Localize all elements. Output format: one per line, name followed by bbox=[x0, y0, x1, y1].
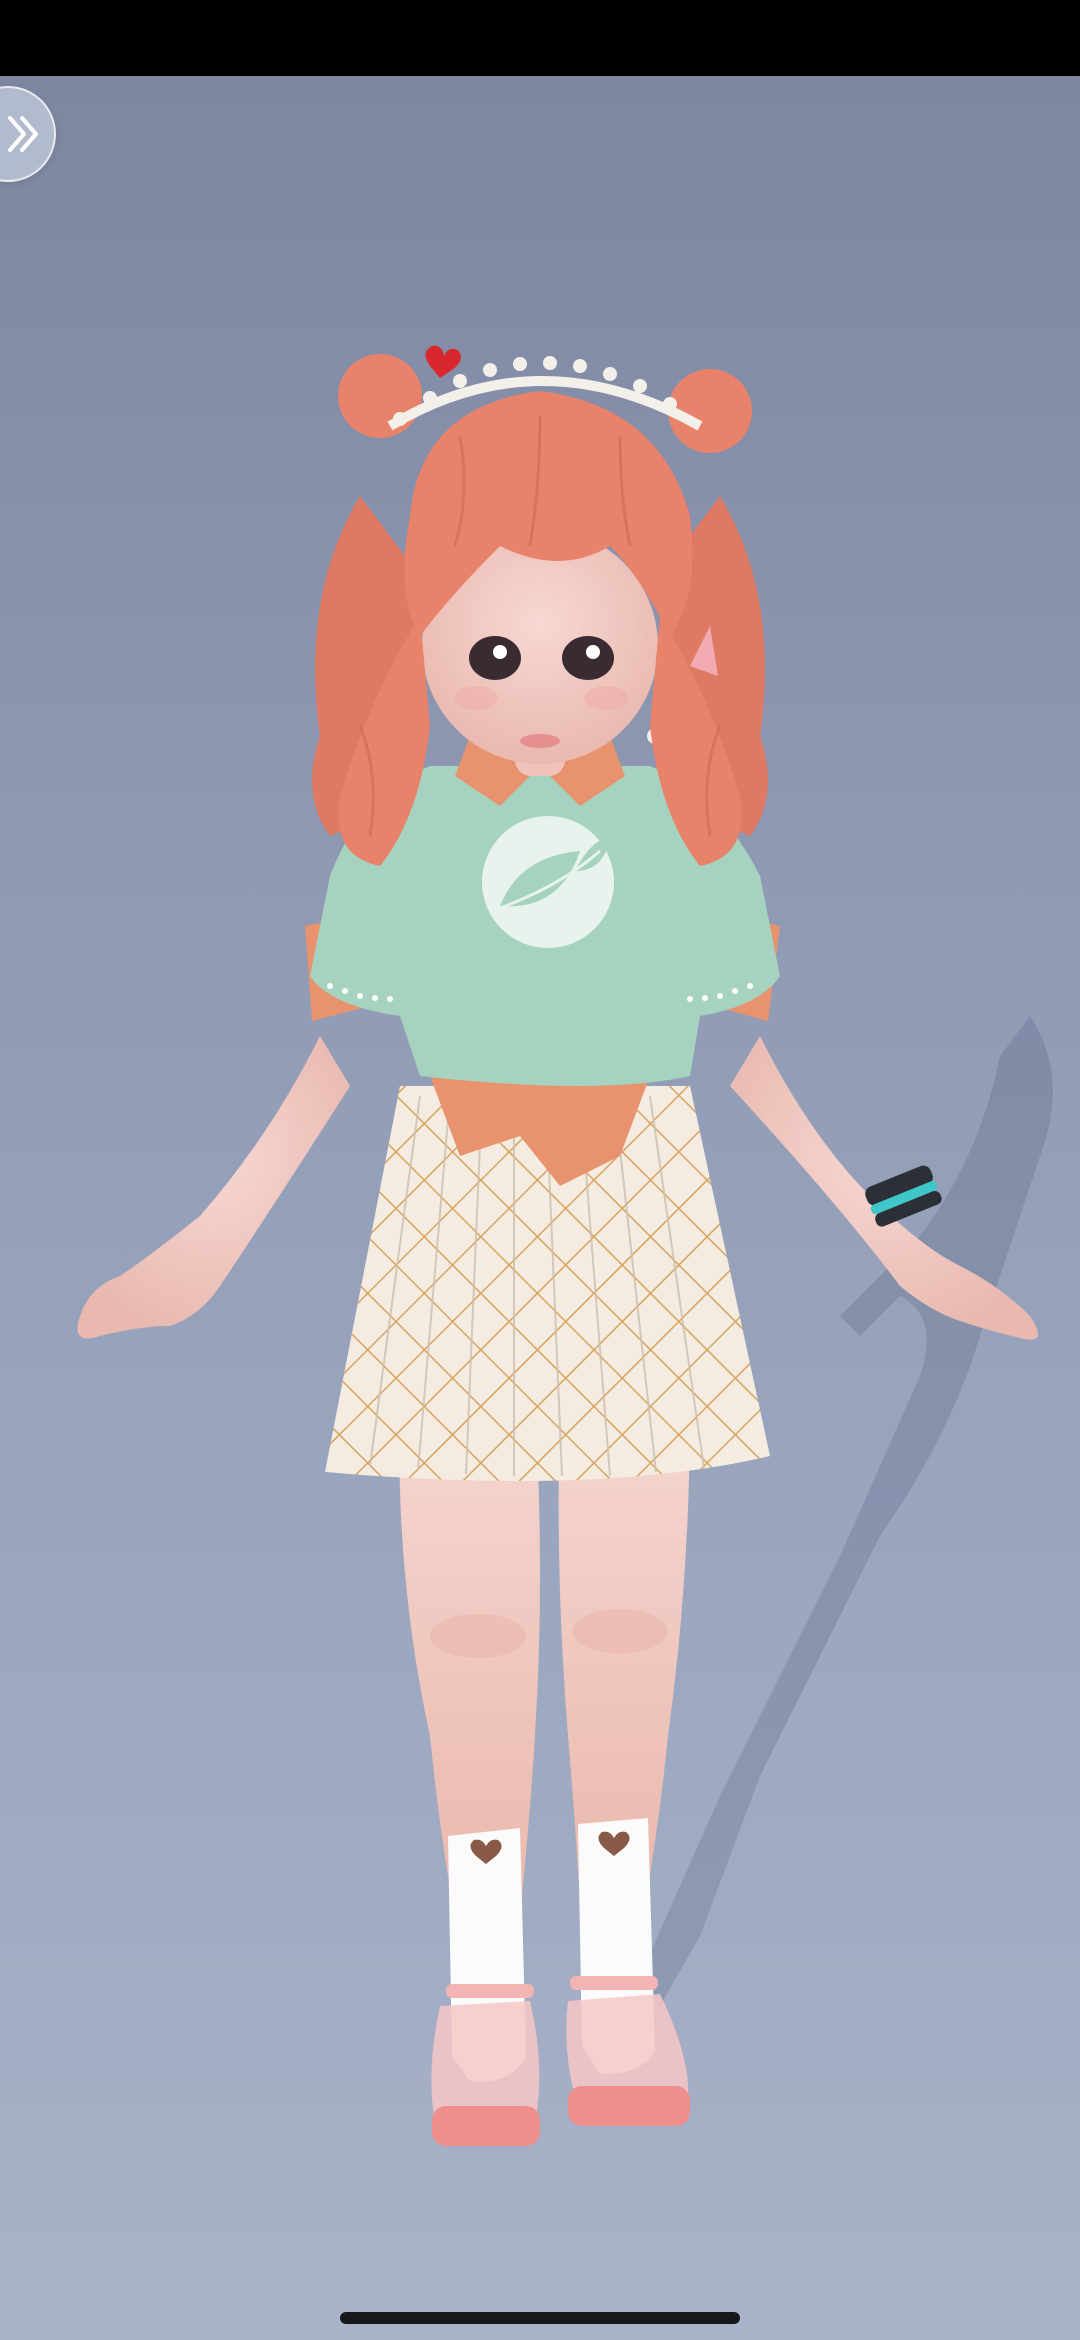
heart-clip bbox=[425, 345, 461, 378]
home-indicator[interactable] bbox=[340, 2312, 740, 2324]
character-scene bbox=[77, 345, 1053, 2146]
game-screen bbox=[0, 0, 1080, 2340]
status-bar bbox=[0, 0, 1080, 76]
